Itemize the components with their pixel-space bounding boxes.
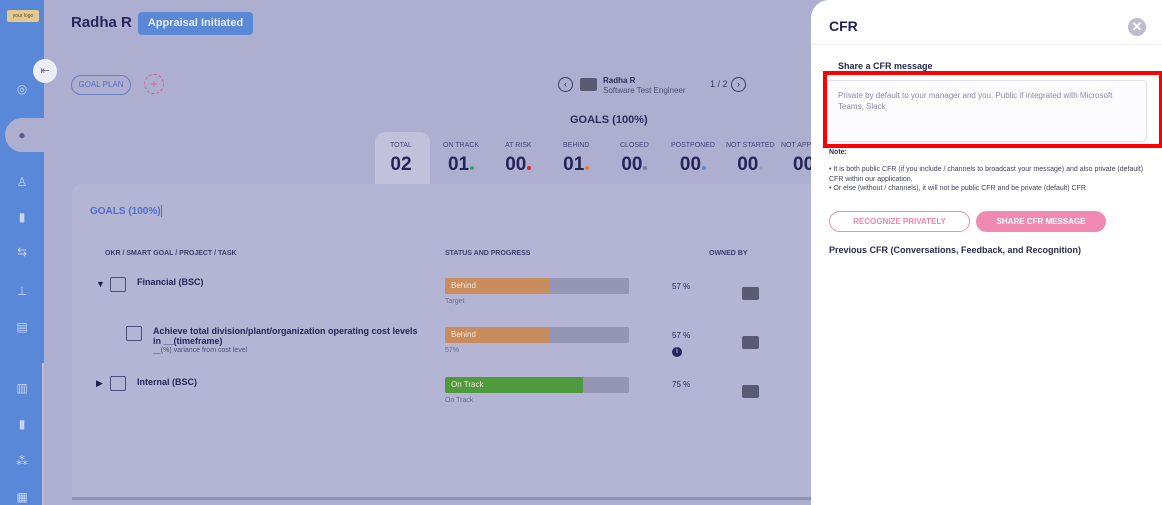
status-dot [585, 166, 590, 170]
progress-percent: 57 % [672, 282, 691, 291]
sidebar-item-team-active[interactable]: ● [5, 118, 49, 152]
goal-plan-button[interactable]: GOAL PLAN [71, 75, 131, 95]
panel-title: CFR [829, 18, 858, 34]
status-dot [643, 166, 648, 170]
previous-cfr-heading: Previous CFR (Conversations, Feedback, a… [829, 245, 1082, 255]
stat-total[interactable]: TOTAL 02 [390, 142, 412, 176]
avatar [580, 78, 597, 91]
progress-bar: Behind [445, 327, 629, 343]
note-line: • Or else (without / channels), it will … [829, 185, 1088, 192]
share-cfr-message-button[interactable]: SHARE CFR MESSAGE [976, 211, 1106, 232]
company-logo: your logo [7, 10, 39, 22]
column-header-status: STATUS AND PROGRESS [445, 250, 531, 257]
expand-caret-icon[interactable]: ▶ [96, 378, 103, 389]
stat-label: NOT STARTED [726, 142, 775, 149]
stat-not-started[interactable]: NOT STARTED 00 [726, 142, 775, 176]
goal-title[interactable]: Internal (BSC) [137, 377, 197, 387]
cfr-panel: CFR ✕ Share a CFR message Note: • It is … [811, 0, 1162, 505]
stat-label: ON TRACK [443, 142, 480, 149]
appraisal-status-button[interactable]: Appraisal Initiated [138, 12, 253, 35]
progress-caption: 57% [445, 347, 460, 354]
goal-subtitle: __(%) variance from cost level [153, 347, 248, 354]
info-icon[interactable]: i [672, 347, 682, 357]
main-content: Radha R Appraisal Initiated GOAL PLAN + … [44, 0, 814, 505]
previous-employee-button[interactable]: ‹ [558, 77, 573, 92]
page-title: Radha R [71, 14, 132, 31]
owner-avatar [742, 336, 759, 349]
recognize-privately-button[interactable]: RECOGNIZE PRIVATELY [829, 211, 970, 232]
status-dot [702, 166, 707, 170]
stat-not-applicable[interactable]: NOT APP 00 [781, 142, 814, 176]
progress-bar: On Track [445, 377, 629, 393]
stat-label: POSTPONED [671, 142, 715, 149]
note-line: • It is both public CFR (if you include … [829, 166, 1144, 183]
progress-percent: 57 % [672, 331, 691, 340]
goal-document-icon [110, 376, 126, 391]
status-label: On Track [451, 380, 484, 389]
stat-closed[interactable]: CLOSED 00 [620, 142, 649, 176]
stat-value: 00 [726, 154, 775, 176]
highlight-box [823, 71, 1162, 148]
tab-goals[interactable]: GOALS (100%) [90, 206, 161, 217]
person-icon[interactable]: ♙ [13, 173, 31, 191]
stat-label: NOT APP [781, 142, 812, 149]
panel-divider [811, 44, 1162, 45]
org-chart-icon[interactable]: ⊥ [13, 282, 31, 300]
collapse-caret-icon[interactable]: ▼ [96, 279, 105, 289]
progress-percent: 75 % [672, 380, 691, 389]
tab-separator [161, 205, 162, 217]
stat-postponed[interactable]: POSTPONED 00 [671, 142, 715, 176]
share-cfr-label: Share a CFR message [838, 61, 933, 71]
stat-label: BEHIND [563, 142, 590, 149]
goal-target-icon[interactable]: ◎ [13, 80, 31, 98]
card-divider [72, 497, 814, 500]
stat-value: 00 [620, 154, 649, 176]
analytics-icon[interactable]: ▦ [13, 488, 31, 505]
status-label: Behind [451, 330, 476, 339]
stat-value: 01 [443, 154, 479, 176]
stat-at-risk[interactable]: AT RISK 00 [505, 142, 532, 176]
note-title: Note: [829, 149, 847, 156]
stat-label: TOTAL [390, 142, 412, 149]
progress-caption: Target [445, 298, 465, 305]
card2-icon[interactable]: ▮ [13, 415, 31, 433]
stat-label: AT RISK [505, 142, 532, 149]
handshake-icon[interactable]: ⇆ [13, 243, 31, 261]
document-edit-icon[interactable]: ▤ [13, 318, 31, 336]
stat-behind[interactable]: BEHIND 01 [563, 142, 589, 176]
group-icon[interactable]: ⁂ [13, 452, 31, 470]
employee-name: Radha R [603, 76, 636, 85]
progress-bar: Behind [445, 278, 629, 294]
next-employee-button[interactable]: › [731, 77, 746, 92]
progress-caption: On Track [445, 397, 474, 404]
stat-value: 00 [671, 154, 715, 176]
report-chart-icon[interactable]: ▥ [13, 379, 31, 397]
card-icon[interactable]: ▮ [13, 208, 31, 226]
column-header-owner: OWNED BY [709, 250, 748, 257]
stat-value: 00 [793, 154, 814, 175]
close-icon[interactable]: ✕ [1128, 18, 1146, 36]
goal-document-icon [126, 326, 142, 341]
goal-title[interactable]: Achieve total division/plant/organizatio… [153, 326, 423, 346]
employee-role: Software Test Engineer [603, 86, 686, 95]
column-header-goal: OKR / SMART GOAL / PROJECT / TASK [105, 250, 237, 257]
status-dot [759, 166, 764, 170]
stat-value: 00 [505, 154, 532, 176]
status-label: Behind [451, 281, 476, 290]
goals-summary-title: GOALS (100%) [570, 114, 648, 126]
stat-label: CLOSED [620, 142, 649, 149]
team-icon: ● [18, 128, 26, 142]
status-dot [527, 166, 532, 170]
goal-document-icon [110, 277, 126, 292]
owner-avatar [742, 385, 759, 398]
owner-avatar [742, 287, 759, 300]
stat-value: 01 [563, 154, 590, 176]
status-dot [470, 166, 475, 170]
employee-pager: 1 / 2 [710, 79, 728, 89]
crosshair-icon[interactable]: + [144, 74, 164, 94]
goal-title[interactable]: Financial (BSC) [137, 277, 204, 287]
stat-value: 02 [390, 154, 412, 175]
stat-on-track[interactable]: ON TRACK 01 [443, 142, 479, 176]
